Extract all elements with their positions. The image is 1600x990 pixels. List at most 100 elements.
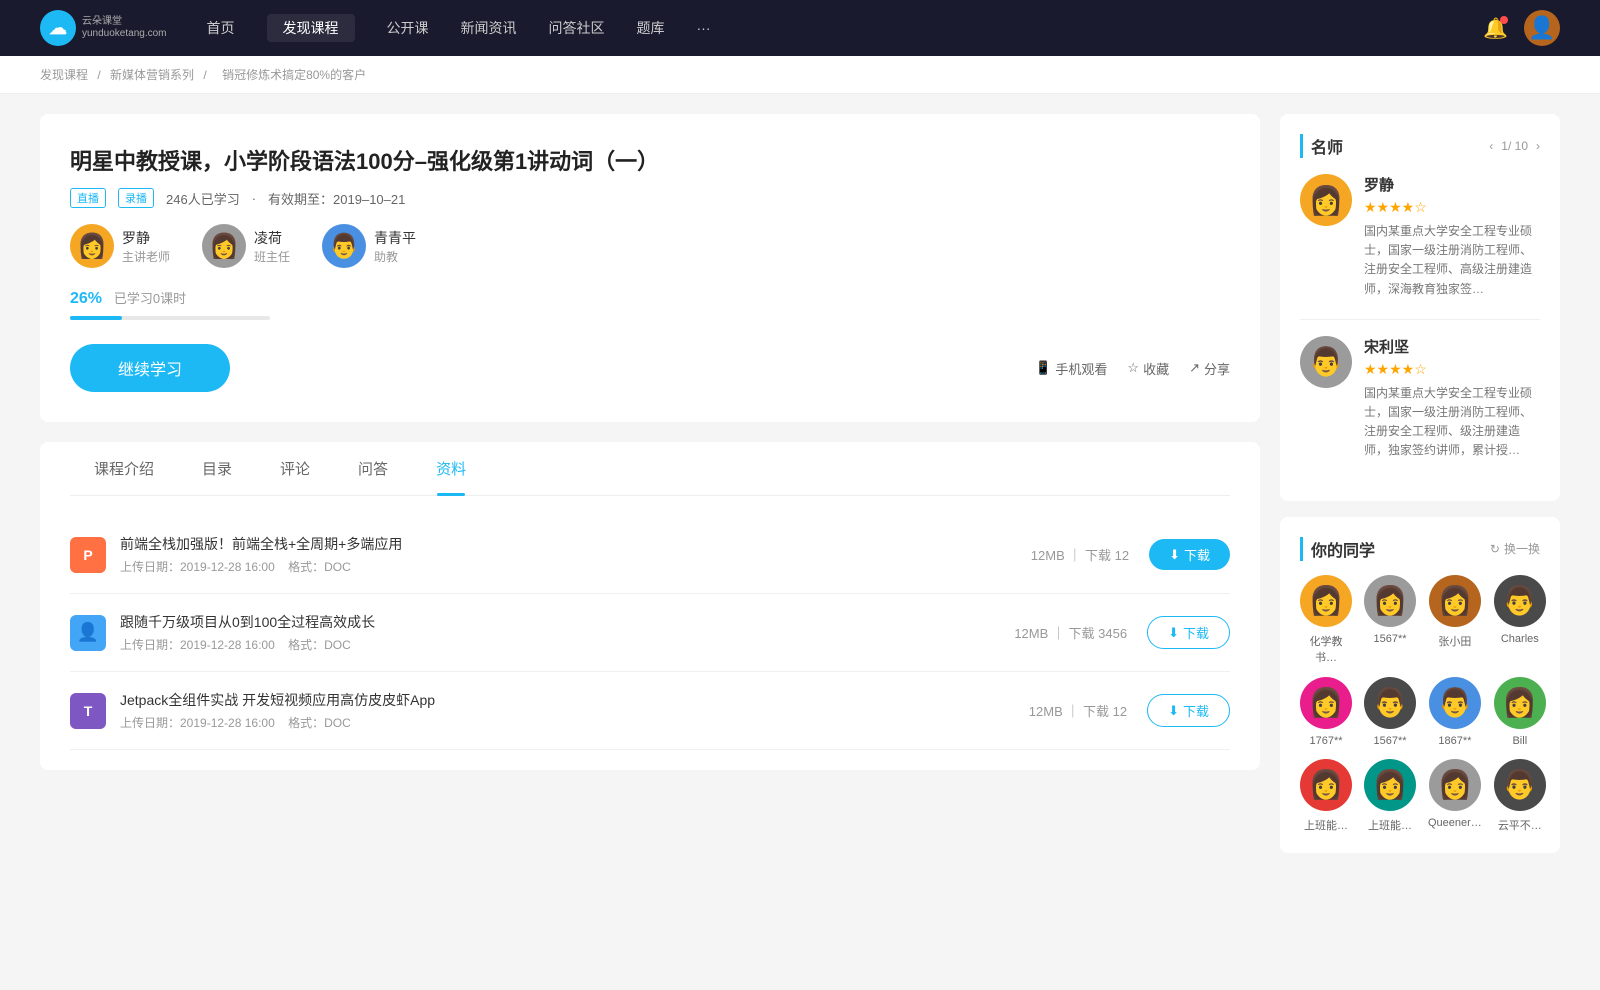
- page-indicator: 1/ 10: [1501, 139, 1528, 153]
- content-left: 明星中教授课，小学阶段语法100分–强化级第1讲动词（一） 直播 录播 246人…: [40, 114, 1260, 853]
- progress-section: 26% 已学习0课时: [70, 288, 1230, 320]
- next-page-icon[interactable]: ›: [1536, 139, 1540, 153]
- content-right: 名师 ‹ 1/ 10 › 👩: [1280, 114, 1560, 853]
- resource-size-2: 12MB ｜ 下载 3456: [1014, 623, 1127, 642]
- classmate-name-12: 云平不…: [1498, 817, 1542, 833]
- nav-item-discover[interactable]: 发现课程: [267, 14, 355, 42]
- classmates-grid: 👩 化学教书… 👩 1567** 👩 张小田 👨 Charles: [1300, 575, 1540, 833]
- separator: ·: [252, 191, 256, 206]
- classmate-avatar-9[interactable]: 👩: [1300, 759, 1352, 811]
- teacher-stars-1: ★★★★☆: [1364, 199, 1540, 216]
- download-icon-1: ⬇: [1169, 547, 1180, 563]
- refresh-button[interactable]: ↻ 换一换: [1490, 540, 1540, 557]
- classmate-name-1: 化学教书…: [1300, 633, 1352, 665]
- teacher-3-role: 助教: [374, 248, 416, 265]
- resource-info-1: 前端全栈加强版！前端全栈+全周期+多端应用 上传日期：2019-12-28 16…: [120, 534, 1031, 575]
- classmate-name-9: 上班能…: [1304, 817, 1348, 833]
- progress-fill: [70, 316, 122, 320]
- nav-item-news[interactable]: 新闻资讯: [461, 14, 517, 42]
- classmate-avatar-1[interactable]: 👩: [1300, 575, 1352, 627]
- classmate-8: 👩 Bill: [1494, 677, 1546, 747]
- prev-page-icon[interactable]: ‹: [1489, 139, 1493, 153]
- breadcrumb-discover[interactable]: 发现课程: [40, 68, 88, 82]
- collect-label: 收藏: [1143, 359, 1169, 378]
- classmate-name-3: 张小田: [1438, 633, 1471, 649]
- divider: [1300, 319, 1540, 320]
- tabs-header: 课程介绍 目录 评论 问答 资料: [70, 442, 1230, 496]
- refresh-icon: ↻: [1490, 542, 1500, 556]
- course-actions: 继续学习 📱 手机观看 ☆ 收藏 ↗ 分享: [70, 344, 1230, 392]
- nav-item-open[interactable]: 公开课: [387, 14, 429, 42]
- valid-until: 有效期至：2019–10–21: [268, 189, 405, 208]
- classmate-2: 👩 1567**: [1364, 575, 1416, 665]
- refresh-label: 换一换: [1504, 540, 1540, 557]
- breadcrumb: 发现课程 / 新媒体营销系列 / 销冠修炼术搞定80%的客户: [0, 56, 1600, 94]
- mobile-view-button[interactable]: 📱 手机观看: [1035, 359, 1107, 378]
- classmate-5: 👩 1767**: [1300, 677, 1352, 747]
- download-button-2[interactable]: ⬇ 下载: [1147, 616, 1230, 649]
- tab-resource[interactable]: 资料: [412, 442, 490, 495]
- classmate-name-11: Queener…: [1428, 817, 1482, 829]
- classmate-12: 👨 云平不…: [1494, 759, 1546, 833]
- user-avatar[interactable]: 👤: [1524, 10, 1560, 46]
- classmate-avatar-3[interactable]: 👩: [1429, 575, 1481, 627]
- share-label: 分享: [1204, 359, 1230, 378]
- teacher-3-info: 青青平 助教: [374, 228, 416, 265]
- bell-icon[interactable]: 🔔: [1483, 16, 1508, 41]
- classmate-avatar-8[interactable]: 👩: [1494, 677, 1546, 729]
- resource-icon-3: T: [70, 693, 106, 729]
- badge-record: 录播: [118, 188, 154, 208]
- navbar: ☁ 云朵课堂 yunduoketang.com 首页 发现课程 公开课 新闻资讯…: [0, 0, 1600, 56]
- continue-button[interactable]: 继续学习: [70, 344, 230, 392]
- classmate-avatar-11[interactable]: 👩: [1429, 759, 1481, 811]
- teacher-desc-2: 国内某重点大学安全工程专业硕士，国家一级注册消防工程师、注册安全工程师、级注册建…: [1364, 384, 1540, 461]
- teacher-card-name-1: 罗静: [1364, 174, 1540, 195]
- course-title: 明星中教授课，小学阶段语法100分–强化级第1讲动词（一）: [70, 144, 1230, 176]
- course-header-card: 明星中教授课，小学阶段语法100分–强化级第1讲动词（一） 直播 录播 246人…: [40, 114, 1260, 422]
- nav-item-more[interactable]: ···: [697, 16, 711, 40]
- classmate-avatar-2[interactable]: 👩: [1364, 575, 1416, 627]
- resource-size-1: 12MB ｜ 下载 12: [1031, 545, 1129, 564]
- teacher-card-2: 👨 宋利坚 ★★★★☆ 国内某重点大学安全工程专业硕士，国家一级注册消防工程师、…: [1300, 336, 1540, 461]
- teacher-card-body-1: 罗静 ★★★★☆ 国内某重点大学安全工程专业硕士，国家一级注册消防工程师、注册安…: [1364, 174, 1540, 299]
- tab-catalog[interactable]: 目录: [178, 442, 256, 495]
- main-layout: 明星中教授课，小学阶段语法100分–强化级第1讲动词（一） 直播 录播 246人…: [0, 94, 1600, 873]
- logo[interactable]: ☁ 云朵课堂 yunduoketang.com: [40, 10, 167, 46]
- action-buttons: 📱 手机观看 ☆ 收藏 ↗ 分享: [1035, 359, 1230, 378]
- classmate-avatar-7[interactable]: 👨: [1429, 677, 1481, 729]
- breadcrumb-current: 销冠修炼术搞定80%的客户: [222, 68, 366, 82]
- download-button-3[interactable]: ⬇ 下载: [1147, 694, 1230, 727]
- classmate-1: 👩 化学教书…: [1300, 575, 1352, 665]
- classmate-avatar-10[interactable]: 👩: [1364, 759, 1416, 811]
- classmate-avatar-4[interactable]: 👨: [1494, 575, 1546, 627]
- classmate-name-7: 1867**: [1438, 735, 1471, 747]
- classmate-11: 👩 Queener…: [1428, 759, 1482, 833]
- teacher-card-body-2: 宋利坚 ★★★★☆ 国内某重点大学安全工程专业硕士，国家一级注册消防工程师、注册…: [1364, 336, 1540, 461]
- breadcrumb-sep2: /: [203, 68, 210, 82]
- tab-intro[interactable]: 课程介绍: [70, 442, 178, 495]
- classmate-avatar-12[interactable]: 👨: [1494, 759, 1546, 811]
- share-icon: ↗: [1189, 360, 1200, 376]
- nav-item-quiz[interactable]: 题库: [637, 14, 665, 42]
- tab-review[interactable]: 评论: [256, 442, 334, 495]
- breadcrumb-series[interactable]: 新媒体营销系列: [110, 68, 194, 82]
- classmate-name-2: 1567**: [1373, 633, 1406, 645]
- classmate-name-10: 上班能…: [1368, 817, 1412, 833]
- nav-item-home[interactable]: 首页: [207, 14, 235, 42]
- tab-qa[interactable]: 问答: [334, 442, 412, 495]
- classmate-6: 👨 1567**: [1364, 677, 1416, 747]
- download-button-1[interactable]: ⬇ 下载: [1149, 539, 1230, 570]
- collect-button[interactable]: ☆ 收藏: [1127, 359, 1169, 378]
- resource-name-1: 前端全栈加强版！前端全栈+全周期+多端应用: [120, 534, 1031, 554]
- teachers-panel-title: 名师: [1300, 134, 1343, 158]
- teacher-card-name-2: 宋利坚: [1364, 336, 1540, 357]
- resource-info-3: Jetpack全组件实战 开发短视频应用高仿皮皮虾App 上传日期：2019-1…: [120, 690, 1029, 731]
- teacher-stars-2: ★★★★☆: [1364, 361, 1540, 378]
- teacher-2: 👩 凌荷 班主任: [202, 224, 290, 268]
- course-meta: 直播 录播 246人已学习 · 有效期至：2019–10–21: [70, 188, 1230, 208]
- nav-item-qa[interactable]: 问答社区: [549, 14, 605, 42]
- classmate-avatar-5[interactable]: 👩: [1300, 677, 1352, 729]
- resource-icon-1: P: [70, 537, 106, 573]
- share-button[interactable]: ↗ 分享: [1189, 359, 1230, 378]
- classmate-avatar-6[interactable]: 👨: [1364, 677, 1416, 729]
